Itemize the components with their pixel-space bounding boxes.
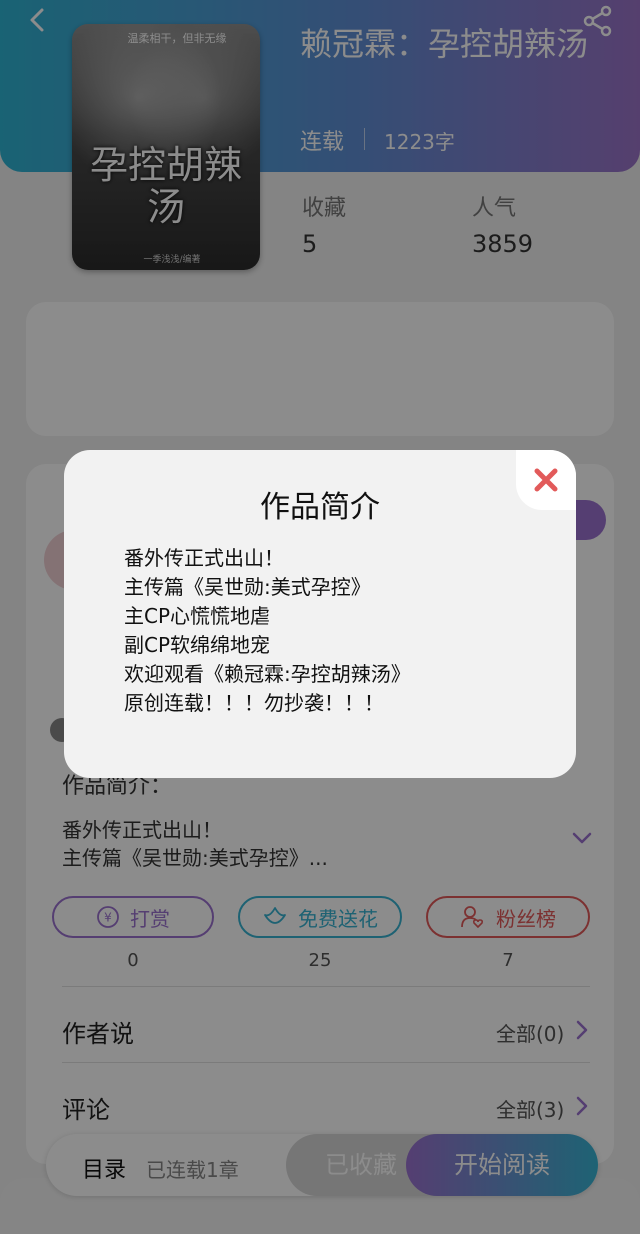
modal-text-line: 原创连载！！！勿抄袭！！！ bbox=[124, 691, 384, 715]
modal-text-line: 欢迎观看《赖冠霖:孕控胡辣汤》 bbox=[124, 662, 411, 686]
modal-text-line: 主传篇《吴世勋:美式孕控》 bbox=[124, 575, 371, 599]
modal-text-line: 番外传正式出山！ bbox=[124, 546, 284, 570]
modal-text-line: 主CP心慌慌地虐 bbox=[124, 604, 271, 628]
modal-text-line: 副CP软绵绵地宠 bbox=[124, 633, 271, 657]
modal-title: 作品简介 bbox=[260, 490, 380, 525]
